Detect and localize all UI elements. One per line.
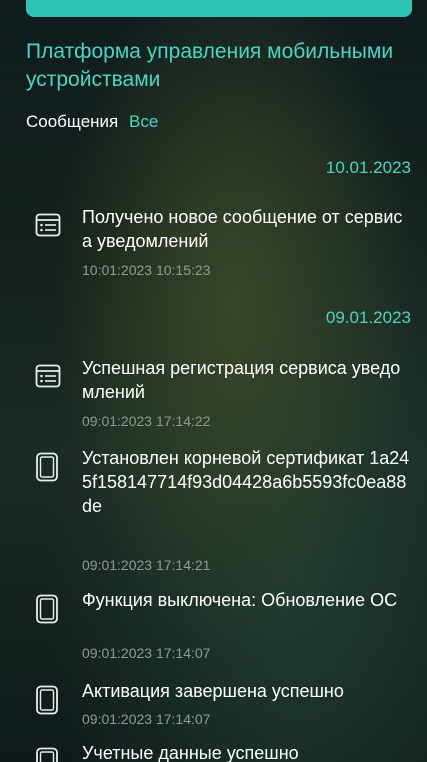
message-text: Активация завершена успешно — [82, 681, 344, 701]
date-header: 10.01.2023 — [325, 158, 411, 177]
list-icon — [35, 212, 61, 238]
message-time: 10:01:2023 10:15:23 — [82, 262, 211, 278]
message-time: 09:01:2023 17:14:22 — [82, 413, 211, 429]
message-text: Учетные данные успешно — [82, 743, 299, 762]
filter-all-link[interactable]: Все — [129, 112, 158, 131]
list-icon — [35, 363, 61, 389]
message-time: 09:01:2023 17:14:21 — [82, 557, 211, 573]
device-icon — [35, 452, 59, 482]
message-text: Получено новое сообщение от сервиса увед… — [82, 207, 403, 251]
top-bar — [26, 0, 412, 17]
device-icon — [35, 747, 59, 762]
message-item[interactable]: Учетные данные успешно — [0, 741, 427, 762]
date-header: 09.01.2023 — [325, 308, 411, 327]
message-text: Установлен корневой сертификат 1a245f158… — [82, 448, 410, 516]
message-time: 09:01:2023 17:14:07 — [82, 645, 211, 661]
app-title: Платформа управления мобильными устройст… — [26, 40, 394, 91]
device-icon — [35, 685, 59, 715]
message-text: Функция выключена: Обновление ОС — [82, 590, 398, 610]
message-text: Успешная регистрация сервиса уведомлений — [82, 358, 401, 402]
message-time: 09:01:2023 17:14:07 — [82, 711, 211, 727]
breadcrumb-section: Сообщения — [26, 112, 119, 131]
device-icon — [35, 594, 59, 624]
breadcrumb: Сообщения Все — [26, 111, 158, 133]
